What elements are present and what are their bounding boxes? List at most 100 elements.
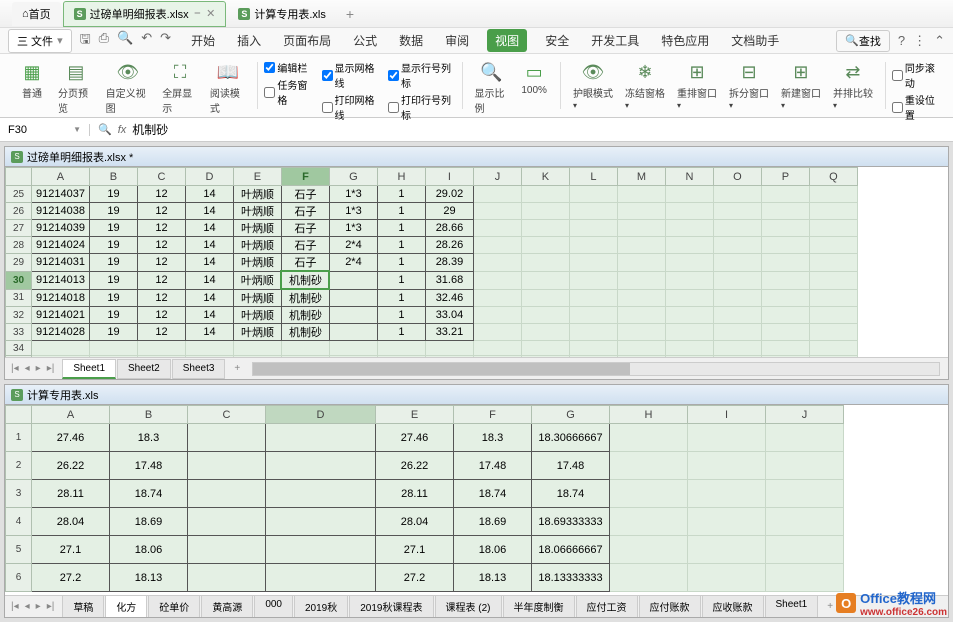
- sheet-tab[interactable]: 化方: [105, 595, 147, 619]
- sheet-tab[interactable]: 黄高源: [201, 595, 253, 619]
- cell[interactable]: 17.48: [110, 452, 188, 480]
- ribbon-btn-新建窗口[interactable]: ⊞新建窗口▾: [777, 60, 825, 113]
- cell[interactable]: [688, 508, 766, 536]
- menu-tab-5[interactable]: 审阅: [441, 29, 473, 52]
- cell[interactable]: [89, 356, 137, 358]
- cell[interactable]: [688, 536, 766, 564]
- cell[interactable]: [188, 480, 266, 508]
- cell[interactable]: [521, 307, 569, 324]
- cell[interactable]: 1: [377, 203, 425, 220]
- row-header[interactable]: 3: [6, 480, 32, 508]
- tab-close-icon[interactable]: ✕: [206, 7, 215, 20]
- cell[interactable]: 18.13: [454, 564, 532, 592]
- cell[interactable]: [713, 341, 761, 356]
- sheet-nav-first[interactable]: |◂: [9, 601, 21, 612]
- cell[interactable]: [329, 356, 377, 358]
- cell[interactable]: [665, 289, 713, 307]
- cell[interactable]: 机制砂: [281, 324, 329, 341]
- cell[interactable]: [521, 271, 569, 289]
- cell[interactable]: 叶炳顺: [233, 220, 281, 237]
- cell[interactable]: 31.68: [425, 271, 473, 289]
- col-header[interactable]: C: [188, 406, 266, 424]
- cell[interactable]: 18.69: [454, 508, 532, 536]
- sheet-tab[interactable]: 砼单价: [148, 595, 200, 619]
- cell[interactable]: [761, 254, 809, 272]
- panel-header-bottom[interactable]: S 计算专用表.xls: [5, 385, 948, 405]
- sheet-tab[interactable]: Sheet1: [62, 359, 116, 379]
- cell[interactable]: [688, 564, 766, 592]
- cell[interactable]: [766, 452, 844, 480]
- cell[interactable]: 12: [137, 203, 185, 220]
- cell[interactable]: 12: [137, 307, 185, 324]
- cell[interactable]: [713, 271, 761, 289]
- cell[interactable]: [266, 424, 376, 452]
- ribbon-btn-重排窗口[interactable]: ⊞重排窗口▾: [673, 60, 721, 113]
- cell[interactable]: 26.22: [32, 452, 110, 480]
- zoom-button[interactable]: 🔍显示比例: [471, 60, 513, 117]
- row-header[interactable]: 28: [6, 237, 32, 254]
- cell[interactable]: 叶炳顺: [233, 254, 281, 272]
- col-header[interactable]: F: [281, 168, 329, 186]
- cell[interactable]: 18.3: [454, 424, 532, 452]
- cell[interactable]: [688, 452, 766, 480]
- col-header[interactable]: F: [454, 406, 532, 424]
- cell[interactable]: [766, 424, 844, 452]
- cell[interactable]: 28.26: [425, 237, 473, 254]
- cell[interactable]: 12: [137, 271, 185, 289]
- cell[interactable]: [185, 356, 233, 358]
- cell[interactable]: [32, 356, 90, 358]
- sheet-nav-prev[interactable]: ◂: [23, 363, 32, 374]
- cell[interactable]: 1: [377, 220, 425, 237]
- sheet-tab[interactable]: Sheet2: [117, 359, 171, 379]
- cell[interactable]: 28.11: [376, 480, 454, 508]
- sheet-tab[interactable]: 000: [254, 595, 293, 619]
- cell[interactable]: 28.11: [32, 480, 110, 508]
- cell[interactable]: [473, 356, 521, 358]
- cell[interactable]: 91214028: [32, 324, 90, 341]
- cell[interactable]: 1: [377, 271, 425, 289]
- cell[interactable]: 14: [185, 220, 233, 237]
- file-tab-0[interactable]: S 过磅单明细报表.xlsx ⎯ ✕: [63, 1, 227, 27]
- cell[interactable]: 91214021: [32, 307, 90, 324]
- cell[interactable]: [761, 356, 809, 358]
- cell[interactable]: 1*3: [329, 203, 377, 220]
- col-header[interactable]: Q: [809, 168, 857, 186]
- ribbon-btn-冻结窗格[interactable]: ❄冻结窗格▾: [621, 60, 669, 113]
- cell[interactable]: 27.46: [376, 424, 454, 452]
- cell[interactable]: 17.48: [454, 452, 532, 480]
- cell[interactable]: 19: [89, 271, 137, 289]
- cell[interactable]: [809, 203, 857, 220]
- cell[interactable]: 27.1: [376, 536, 454, 564]
- cell[interactable]: [809, 324, 857, 341]
- cell[interactable]: 18.06666667: [532, 536, 610, 564]
- cell[interactable]: [617, 307, 665, 324]
- sheet-tab[interactable]: 课程表 (2): [435, 595, 502, 619]
- ribbon-btn-全屏显示[interactable]: ⛶全屏显示: [158, 60, 202, 117]
- cell[interactable]: [185, 341, 233, 356]
- cell[interactable]: [766, 508, 844, 536]
- cell[interactable]: 19: [89, 237, 137, 254]
- cell[interactable]: [188, 424, 266, 452]
- cell[interactable]: [266, 452, 376, 480]
- cell[interactable]: 18.30666667: [532, 424, 610, 452]
- col-header[interactable]: M: [617, 168, 665, 186]
- cell[interactable]: [688, 424, 766, 452]
- menu-icon[interactable]: ⋮: [913, 33, 926, 49]
- sheet-tab[interactable]: 2019秋课程表: [349, 595, 433, 619]
- cell[interactable]: 1: [377, 307, 425, 324]
- cell[interactable]: 14: [185, 254, 233, 272]
- row-header[interactable]: 2: [6, 452, 32, 480]
- cell[interactable]: [281, 356, 329, 358]
- ribbon-check-重设位置[interactable]: 重设位置: [892, 92, 941, 122]
- menu-tab-2[interactable]: 页面布局: [279, 29, 335, 52]
- preview-icon[interactable]: 🔍: [117, 30, 133, 52]
- cell[interactable]: 1: [377, 186, 425, 203]
- cell[interactable]: [521, 203, 569, 220]
- col-header[interactable]: H: [377, 168, 425, 186]
- cell[interactable]: [89, 341, 137, 356]
- cell[interactable]: 18.13: [110, 564, 188, 592]
- cell[interactable]: 14: [185, 324, 233, 341]
- ribbon-btn-分页预览[interactable]: ▤分页预览: [54, 60, 98, 117]
- cell[interactable]: [610, 536, 688, 564]
- sheet-nav-first[interactable]: |◂: [9, 363, 21, 374]
